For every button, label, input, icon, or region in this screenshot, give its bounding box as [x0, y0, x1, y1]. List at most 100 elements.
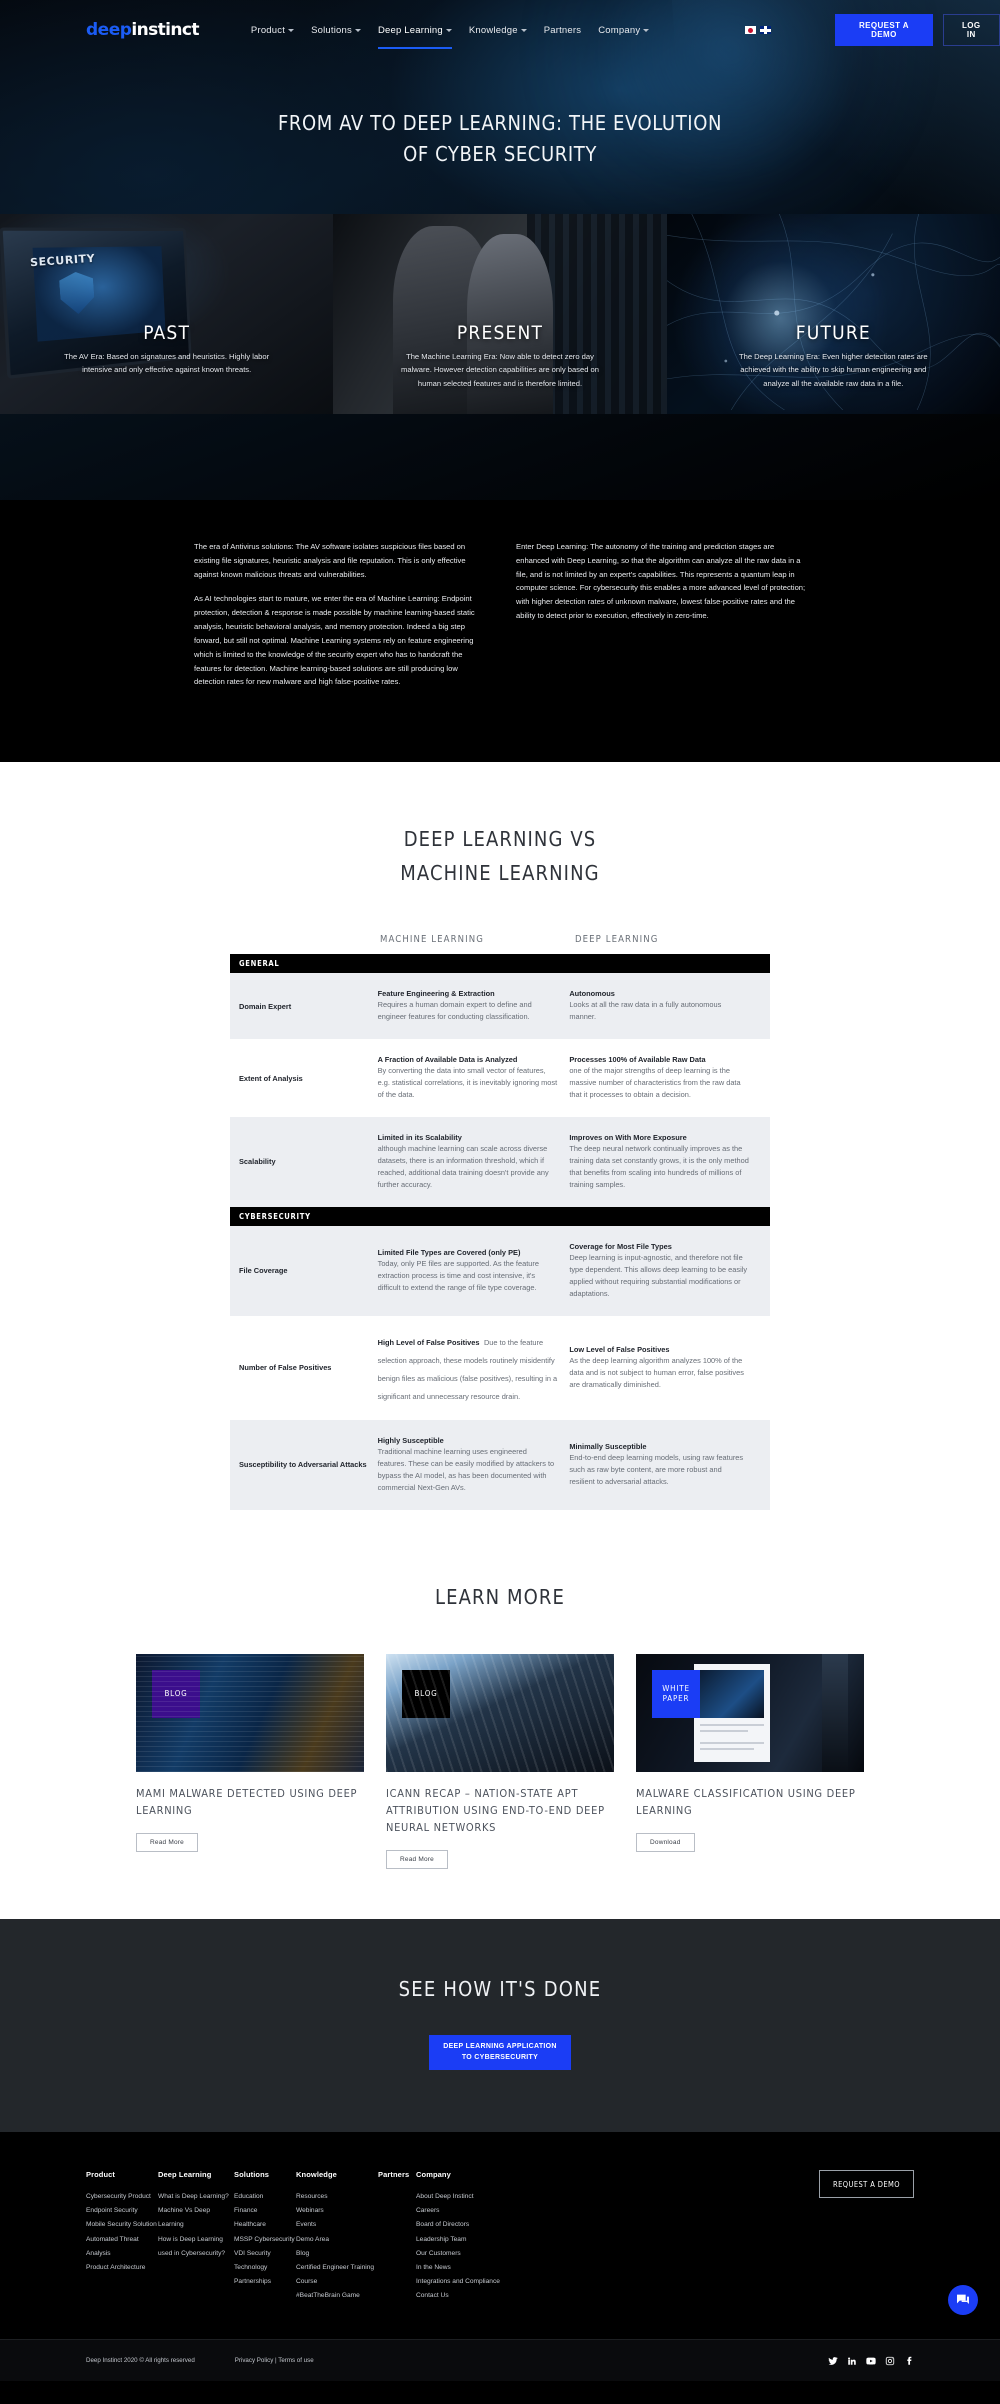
nav-item-deep-learning[interactable]: Deep Learning [377, 21, 452, 49]
cell-title: Processes 100% of Available Raw Data [569, 1055, 706, 1065]
footer-column-knowledge: Knowledge Resources Webinars Events Demo… [296, 2170, 378, 2303]
deep-instinct-logo[interactable]: deep instinct [86, 21, 200, 39]
page-title: FROM AV TO DEEP LEARNING: THE EVOLUTION … [0, 108, 1000, 170]
nav-label: Product [250, 24, 286, 36]
nav-item-company[interactable]: Company [598, 21, 650, 40]
table-row: Susceptibility to Adversarial Attacks Hi… [230, 1419, 770, 1510]
youtube-icon[interactable] [866, 2356, 876, 2366]
footer-column-deep-learning: Deep Learning What is Deep Learning? Mac… [158, 2170, 234, 2303]
nav-label: Deep Learning [377, 24, 443, 36]
footer-link[interactable]: Cybersecurity Product [86, 2190, 158, 2204]
japan-flag-icon[interactable] [745, 26, 757, 34]
footer: Product Cybersecurity Product Endpoint S… [0, 2132, 1000, 2382]
row-label: Number of False Positives [239, 1363, 332, 1373]
footer-link[interactable]: Certified Engineer Training Course [296, 2261, 378, 2289]
era-panel-future: FUTURE The Deep Learning Era: Even highe… [666, 214, 1000, 414]
footer-link[interactable]: Finance [234, 2204, 296, 2218]
document-text-line [700, 1729, 748, 1732]
chat-bubble-icon[interactable] [948, 2285, 978, 2316]
request-demo-button[interactable]: REQUEST A DEMO [835, 14, 933, 46]
read-more-button[interactable]: Read More [136, 1832, 198, 1852]
nav-label: Partners [543, 24, 582, 36]
footer-link[interactable]: Board of Directors [416, 2218, 536, 2232]
cell-text: End-to-end deep learning models, using r… [569, 1452, 744, 1486]
table-header-blank [230, 934, 380, 945]
card-blog-icann-recap[interactable]: BLOG ICANN RECAP – NATION-STATE APT ATTR… [386, 1653, 614, 1869]
cell-text: although machine learning can scale acro… [377, 1144, 549, 1189]
chevron-down-icon [520, 28, 527, 32]
footer-link[interactable]: Product Architecture [86, 2261, 158, 2275]
footer-link[interactable]: Education [234, 2190, 296, 2204]
footer-link[interactable]: Resources [296, 2190, 378, 2204]
footer-column-partners: Partners [378, 2170, 416, 2303]
chat-glyph [957, 2295, 969, 2305]
footer-link[interactable]: VDI Security [234, 2247, 296, 2261]
card-thumbnail: BLOG [386, 1653, 614, 1772]
footer-column-title: Company [416, 2170, 451, 2179]
footer-bottom-bar: Deep Instinct 2020 © All rights reserved… [0, 2339, 1000, 2382]
card-white-paper-malware-classification[interactable]: WHITE PAPER MALWARE CLASSIFICATION USING… [636, 1653, 864, 1869]
footer-link[interactable]: Careers [416, 2204, 536, 2218]
footer-link[interactable]: How is Deep Learning used in Cybersecuri… [158, 2233, 234, 2261]
intro-column-left: The era of Antivirus solutions: The AV s… [194, 540, 484, 700]
cta-button[interactable]: DEEP LEARNING APPLICATION TO CYBERSECURI… [429, 2035, 571, 2070]
footer-link[interactable]: Events [296, 2218, 378, 2232]
read-more-button[interactable]: Read More [386, 1850, 448, 1869]
footer-link[interactable]: Technology Partnerships [234, 2261, 296, 2289]
uk-flag-icon[interactable] [760, 26, 772, 34]
row-cell-deep-learning: Minimally Susceptible End-to-end deep le… [569, 1442, 761, 1488]
comparison-section: DEEP LEARNING VS MACHINE LEARNING MACHIN… [0, 762, 1000, 1919]
cell-text: Requires a human domain expert to define… [377, 1000, 532, 1022]
footer-link[interactable]: Endpoint Security [86, 2204, 158, 2218]
era-title-past: PAST [143, 322, 191, 344]
footer-link[interactable]: Our Customers [416, 2247, 536, 2261]
log-in-button[interactable]: LOG IN [942, 14, 1000, 46]
download-button[interactable]: Download [636, 1832, 695, 1852]
cell-title: Limited in its Scalability [377, 1133, 462, 1143]
footer-link[interactable]: Healthcare [234, 2218, 296, 2232]
row-cell-machine-learning: Limited in its Scalability although mach… [378, 1133, 570, 1191]
linkedin-icon[interactable] [847, 2356, 857, 2366]
footer-request-demo-button[interactable]: REQUEST A DEMO [819, 2170, 914, 2198]
header-actions: REQUEST A DEMO LOG IN [835, 14, 1000, 46]
cell-text: Due to the feature selection approach, t… [377, 1337, 558, 1401]
facebook-icon[interactable] [904, 2356, 914, 2366]
top-navigation-bar: deep instinct Product Solutions Deep Lea… [0, 0, 1000, 60]
legal-links[interactable]: Privacy Policy | Terms of use [235, 2357, 314, 2364]
row-label: Scalability [239, 1157, 276, 1167]
learn-more-cards: BLOG MAMI MALWARE DETECTED USING DEEP LE… [0, 1653, 1000, 1919]
footer-link[interactable]: About Deep Instinct [416, 2190, 536, 2204]
footer-link[interactable]: Integrations and Compliance [416, 2275, 536, 2289]
footer-link[interactable]: Contact Us [416, 2289, 536, 2303]
footer-link[interactable]: Blog [296, 2247, 378, 2261]
footer-link[interactable]: Webinars [296, 2204, 378, 2218]
cell-title: Feature Engineering & Extraction [377, 989, 495, 999]
footer-link[interactable]: Machine Vs Deep Learning [158, 2204, 234, 2232]
nav-item-partners[interactable]: Partners [544, 21, 582, 40]
footer-link[interactable]: Automated Threat Analysis [86, 2233, 158, 2261]
footer-link[interactable]: Demo Area [296, 2233, 378, 2247]
footer-column-title: Knowledge [296, 2170, 337, 2179]
cta-section: SEE HOW IT'S DONE DEEP LEARNING APPLICAT… [0, 1919, 1000, 2132]
document-text-line [700, 1723, 764, 1726]
era-body-future: The Deep Learning Era: Even higher detec… [738, 352, 928, 388]
footer-link[interactable]: Leadership Team [416, 2233, 536, 2247]
footer-link[interactable]: MSSP Cybersecurity [234, 2233, 296, 2247]
social-links [828, 2356, 914, 2366]
table-row: Extent of Analysis A Fraction of Availab… [230, 1039, 770, 1117]
nav-item-product[interactable]: Product [250, 21, 295, 40]
row-cell-deep-learning: Processes 100% of Available Raw Data one… [569, 1055, 761, 1101]
document-text-line [700, 1741, 764, 1744]
card-blog-mami-malware[interactable]: BLOG MAMI MALWARE DETECTED USING DEEP LE… [136, 1653, 364, 1869]
footer-link[interactable]: In the News [416, 2261, 536, 2275]
intro-paragraph: Enter Deep Learning: The autonomy of the… [516, 542, 806, 621]
cell-text: Traditional machine learning uses engine… [377, 1446, 555, 1492]
twitter-icon[interactable] [828, 2356, 838, 2366]
footer-link[interactable]: #BeatTheBrain Game [296, 2289, 378, 2303]
instagram-icon[interactable] [885, 2356, 895, 2366]
nav-item-knowledge[interactable]: Knowledge [469, 21, 527, 40]
nav-item-solutions[interactable]: Solutions [311, 21, 361, 40]
footer-link[interactable]: What is Deep Learning? [158, 2190, 234, 2204]
chevron-down-icon [643, 28, 650, 32]
footer-link[interactable]: Mobile Security Solution [86, 2218, 158, 2232]
